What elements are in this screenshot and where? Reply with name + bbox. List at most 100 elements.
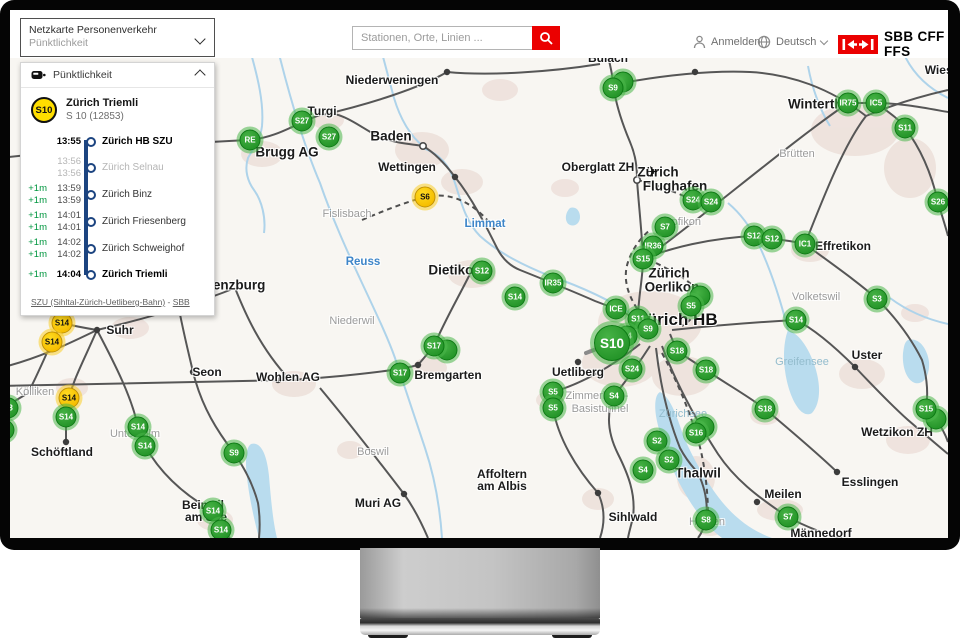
sbb-link[interactable]: SBB — [173, 297, 190, 307]
map-label: Suhr — [106, 323, 133, 337]
dropdown-title: Netzkarte Personenverkehr — [29, 24, 206, 37]
line-badge-s24[interactable]: S24 — [622, 359, 643, 380]
line-badge-s14[interactable]: S14 — [505, 287, 526, 308]
line-badge-s9[interactable]: S9 — [603, 78, 624, 99]
layer-select-dropdown[interactable]: Netzkarte Personenverkehr Pünktlichkeit — [20, 18, 215, 57]
line-badge-s4[interactable]: S4 — [604, 386, 625, 407]
panel-header: Pünktlichkeit — [21, 63, 214, 88]
line-badge-s15[interactable]: S15 — [633, 249, 654, 270]
line-badge-s9[interactable]: S9 — [638, 319, 659, 340]
map-label: Turgi — [307, 104, 336, 118]
stop-row: 13:5613:56Zürich Selnau — [21, 154, 214, 181]
stop-name: Zürich HB SZU — [98, 136, 214, 147]
szu-link[interactable]: SZU (Sihltal-Zürich-Uetliberg-Bahn) — [31, 297, 165, 307]
map-label: Esslingen — [842, 475, 899, 489]
line-badge-s14[interactable]: S14 — [56, 407, 77, 428]
line-badge-s12[interactable]: S12 — [762, 229, 783, 250]
stop-node — [86, 137, 96, 147]
map-label: Wettingen — [378, 160, 436, 174]
line-badge-s14[interactable]: S14 — [135, 436, 156, 457]
panel-footer: SZU (Sihltal-Zürich-Uetliberg-Bahn) - SB… — [21, 287, 214, 307]
map-label: Männedorf — [790, 526, 851, 538]
map-label: Bülach — [588, 58, 628, 65]
line-badge-s11[interactable]: S11 — [895, 118, 916, 139]
map-label: Uster — [852, 348, 883, 362]
stop-name: Zürich Triemli — [98, 269, 214, 280]
airplane-icon: ✈ — [646, 163, 659, 181]
line-badge-ir75[interactable]: IR75 — [838, 93, 859, 114]
line-badge-s14[interactable]: S14 — [211, 520, 232, 539]
language-selector[interactable]: Deutsch — [757, 35, 827, 49]
map-label: Fislisbach — [323, 208, 372, 220]
map-label: Niederwil — [329, 315, 374, 327]
sbb-logo[interactable]: SBB CFF FFS — [838, 29, 948, 59]
map-label: Wohlen AG — [256, 370, 320, 384]
stop-name: Zürich Selnau — [98, 162, 214, 173]
map-label: Baden — [370, 129, 411, 144]
journey-line-info: S 10 (12853) — [66, 110, 138, 123]
sbb-logo-text: SBB CFF FFS — [884, 29, 948, 59]
line-badge-s17[interactable]: S17 — [424, 336, 445, 357]
map-label: Muri AG — [355, 496, 401, 510]
line-badge-s27[interactable]: S27 — [319, 127, 340, 148]
panel-title: Pünktlichkeit — [53, 69, 189, 81]
line-badge-ir35[interactable]: IR35 — [543, 273, 564, 294]
search-input[interactable] — [352, 26, 532, 50]
line-badge-s5[interactable]: S5 — [681, 296, 702, 317]
map-label: am Albis — [477, 479, 527, 493]
line-badge-s15[interactable]: S15 — [916, 399, 937, 420]
line-badge-s4[interactable]: S4 — [633, 460, 654, 481]
journey-header: S10 Zürich Triemli S 10 (12853) — [21, 88, 214, 127]
stop-row: +1m14:04Zürich Triemli — [21, 262, 214, 287]
line-badge-s5[interactable]: S5 — [543, 398, 564, 419]
map-label: Wetzikon ZH — [861, 425, 933, 439]
signin-button[interactable]: Anmelden — [693, 35, 761, 49]
line-badge-s12[interactable]: S12 — [472, 261, 493, 282]
line-badge-s17[interactable]: S17 — [390, 363, 411, 384]
line-badge-s9[interactable]: S9 — [224, 443, 245, 464]
collapse-chevron-up-icon[interactable] — [194, 69, 205, 80]
map-label: Schöftland — [31, 445, 93, 459]
search-button[interactable] — [532, 26, 560, 50]
line-badge-ic5[interactable]: IC5 — [866, 93, 887, 114]
stop-name: Zürich Schweighof — [98, 243, 214, 254]
stop-row: +1m+1m14:0114:01Zürich Friesenberg — [21, 208, 214, 235]
station-dot — [444, 69, 450, 75]
line-badge-s24[interactable]: S24 — [701, 192, 722, 213]
line-badge-s26[interactable]: S26 — [928, 192, 949, 213]
line-badge-s6[interactable]: S6 — [415, 187, 436, 208]
line-badge-s27[interactable]: S27 — [292, 111, 313, 132]
map-label: Bremgarten — [414, 368, 481, 382]
chevron-down-icon — [820, 36, 828, 44]
map-label: Limmat — [465, 218, 506, 230]
line-badge-s16[interactable]: S16 — [686, 423, 707, 444]
station-dot — [595, 490, 601, 496]
line-badge-s10[interactable]: S10 — [594, 325, 630, 361]
line-badge-ic1[interactable]: IC1 — [795, 234, 816, 255]
desktop: { "header": { "dropdown": { "title": "Ne… — [0, 0, 960, 638]
line-badge-s3[interactable]: S3 — [867, 289, 888, 310]
line-badge-s7[interactable]: S7 — [778, 507, 799, 528]
station-dot — [452, 174, 458, 180]
line-badge-ice[interactable]: ICE — [606, 299, 627, 320]
line-badge-s18[interactable]: S18 — [755, 399, 776, 420]
map-label: Kölliken — [16, 386, 55, 398]
line-badge-s18[interactable]: S18 — [696, 360, 717, 381]
line-badge-s8[interactable]: S8 — [696, 510, 717, 531]
map-label: Effretikon — [815, 239, 871, 253]
line-badge-re[interactable]: RE — [240, 130, 261, 151]
line-badge-s14[interactable]: S14 — [128, 417, 149, 438]
line-badge-s14[interactable]: S14 — [786, 310, 807, 331]
line-badge-s2[interactable]: S2 — [647, 431, 668, 452]
line-badge-s14[interactable]: S14 — [42, 332, 63, 353]
line-badge-s18[interactable]: S18 — [667, 341, 688, 362]
language-label: Deutsch — [776, 36, 816, 48]
line-badge-s14[interactable]: S14 — [59, 388, 80, 409]
station-dot — [834, 469, 840, 475]
line-badge-s7[interactable]: S7 — [655, 217, 676, 238]
map-label: Greifensee — [775, 356, 829, 368]
stop-node — [86, 163, 96, 173]
line-badge-s2[interactable]: S2 — [659, 450, 680, 471]
line-badge-s14[interactable]: S14 — [203, 501, 224, 522]
map-label: Niederweningen — [346, 73, 439, 87]
